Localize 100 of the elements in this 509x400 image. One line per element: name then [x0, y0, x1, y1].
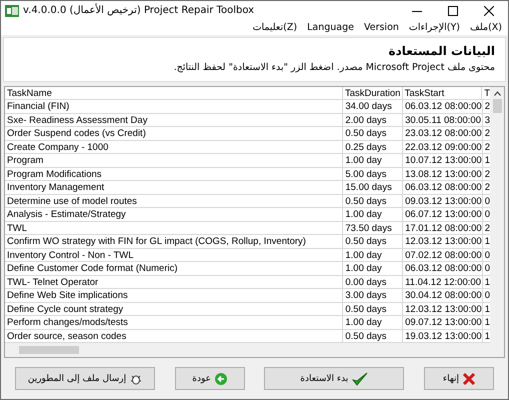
- table-cell: Create Company - 1000: [5, 140, 344, 153]
- table-cell: Confirm WO strategy with FIN for GL impact (COGS, Rollup, Inventory): [5, 235, 344, 248]
- table-cell-text: 0: [484, 289, 490, 302]
- table-cell: 0.50 days: [343, 194, 404, 207]
- table-cell: 0.25 days: [343, 140, 404, 153]
- table-cell: 15.00 days: [343, 181, 404, 194]
- table-cell-text: 0: [484, 194, 490, 207]
- table-cell: 73.50 days: [343, 222, 404, 234]
- table-cell: Financial (FIN): [5, 100, 344, 112]
- menu-item[interactable]: ملف(X): [470, 22, 502, 33]
- table-cell: Determine use of model routes: [5, 194, 344, 207]
- table-cell: 13.08.12 13:00:00: [403, 168, 483, 180]
- scroll-up-icon[interactable]: [494, 90, 500, 96]
- table-cell: Order source, season codes: [5, 330, 344, 342]
- table-cell: 1.00 day: [343, 208, 404, 220]
- close-icon[interactable]: [484, 6, 494, 16]
- table-cell: 5.00 days: [343, 168, 404, 180]
- table-cell: 12.03.12 13:00:00: [403, 302, 483, 315]
- back-button[interactable]: عودة: [174, 367, 245, 390]
- table-cell: Define Web Site implications: [5, 289, 344, 302]
- column-header[interactable]: TaskDuration: [342, 86, 403, 99]
- table-cell: 30.04.12 08:00:00: [403, 289, 483, 302]
- table-cell: Program Modifications: [5, 168, 344, 180]
- menu-item[interactable]: Language: [307, 22, 354, 33]
- table-cell: 0.50 days: [343, 127, 404, 140]
- table-cell-text: 2: [484, 140, 490, 153]
- table-cell: 0.50 days: [343, 235, 404, 248]
- table-cell: 06.07.12 13:00:00: [403, 208, 483, 220]
- table-cell: Inventory Management: [5, 181, 344, 194]
- table-cell: TWL- Telnet Operator: [5, 276, 344, 288]
- table-cell-text: 2: [484, 222, 490, 234]
- table-cell: Inventory Control - Non - TWL: [5, 248, 344, 261]
- table-cell-text: 2: [484, 168, 490, 180]
- table-cell: 09.03.12 13:00:00: [403, 194, 483, 207]
- table-cell-text: 0: [484, 208, 490, 220]
- table-cell: 06.03.12 08:00:00: [403, 181, 483, 194]
- menu-item[interactable]: الإجراءات(Y): [408, 22, 460, 33]
- table-cell-text: 1: [484, 302, 490, 315]
- back-arrow-icon: [215, 372, 228, 384]
- window-title: v.4.0.0.0 (ترخيص الأعمال) Project Repair Toolbox: [23, 5, 254, 16]
- scroll-thumb[interactable]: [492, 98, 502, 112]
- table-cell: 19.03.12 13:00:00: [403, 330, 483, 342]
- table-cell-text: 1: [484, 154, 490, 166]
- column-header[interactable]: TaskName: [5, 86, 343, 99]
- table-cell: 1.00 day: [343, 262, 404, 274]
- table-cell-text: 2: [484, 181, 490, 194]
- table-cell: 07.02.12 08:00:00: [403, 248, 483, 261]
- section-title: البيانات المستعادة: [388, 44, 495, 58]
- scroll-thumb[interactable]: [19, 346, 79, 354]
- finish-button[interactable]: إنهاء: [424, 367, 494, 390]
- table-cell: Define Customer Code format (Numeric): [5, 262, 344, 274]
- table-cell: 30.05.11 08:00:00: [403, 114, 483, 126]
- column-header[interactable]: T: [482, 86, 490, 99]
- send-button[interactable]: إرسال ملف إلى المطورين: [15, 367, 155, 390]
- table-cell-text: 2: [484, 127, 490, 140]
- menu-item[interactable]: تعليمات(Z): [252, 22, 298, 33]
- table-cell: Perform changes/mods/tests: [5, 316, 344, 328]
- maximize-icon[interactable]: [448, 6, 458, 16]
- table-cell: 0.50 days: [343, 302, 404, 315]
- table-cell: Order Suspend codes (vs Credit): [5, 127, 344, 140]
- table-cell-text: 1: [484, 330, 490, 342]
- app-icon: [5, 4, 19, 18]
- table-cell: 0.00 days: [343, 276, 404, 288]
- table-cell: 22.03.12 09:00:00: [403, 140, 483, 153]
- table-cell: Program: [5, 154, 344, 166]
- table-cell: 23.03.12 08:00:00: [403, 127, 483, 140]
- column-header[interactable]: TaskStart: [402, 86, 482, 99]
- checkmark-icon: [352, 372, 368, 386]
- table-cell: 1.00 day: [343, 316, 404, 328]
- table-cell: 1.00 day: [343, 248, 404, 261]
- table-cell: 1.00 day: [343, 154, 404, 166]
- horizontal-scrollbar[interactable]: [5, 343, 504, 357]
- table-cell: Sxe- Readiness Assessment Day: [5, 114, 344, 126]
- cross-icon: [463, 372, 476, 384]
- table-cell-text: 1: [484, 276, 490, 288]
- table-cell-text: 1: [484, 235, 490, 248]
- table-cell: 12.03.12 13:00:00: [403, 235, 483, 248]
- table-cell: 3.00 days: [343, 289, 404, 302]
- vertical-scrollbar[interactable]: [490, 86, 504, 343]
- bug-icon: [130, 372, 142, 384]
- table-cell: 34.00 days: [343, 100, 404, 112]
- table-cell-text: 0: [484, 248, 490, 261]
- table-cell: 17.01.12 08:00:00: [403, 222, 483, 234]
- table-cell-text: 0: [484, 262, 490, 274]
- menu-item[interactable]: Version: [364, 22, 399, 33]
- table-cell-text: 3: [484, 114, 490, 126]
- table-cell: 2.00 days: [343, 114, 404, 126]
- table-cell-text: 1: [484, 316, 490, 328]
- table-cell: 11.04.12 12:00:00: [403, 276, 483, 288]
- table-cell: TWL: [5, 222, 344, 234]
- table-cell: Define Cycle count strategy: [5, 302, 344, 315]
- table-cell: 06.03.12 08:00:00: [403, 262, 483, 274]
- table-cell: 09.07.12 13:00:00: [403, 316, 483, 328]
- table-cell-text: 2: [484, 100, 490, 112]
- start-button[interactable]: بدء الاستعادة: [264, 367, 404, 390]
- table-cell: 0.50 days: [343, 330, 404, 342]
- description-text: محتوى ملف Microsoft Project مصدر. اضغط الزر "بدء الاستعادة" لحفظ النتائج.: [172, 62, 495, 73]
- table-cell: 06.03.12 08:00:00: [403, 100, 483, 112]
- table-cell: Analysis - Estimate/Strategy: [5, 208, 344, 220]
- table-cell: 10.07.12 13:00:00: [403, 154, 483, 166]
